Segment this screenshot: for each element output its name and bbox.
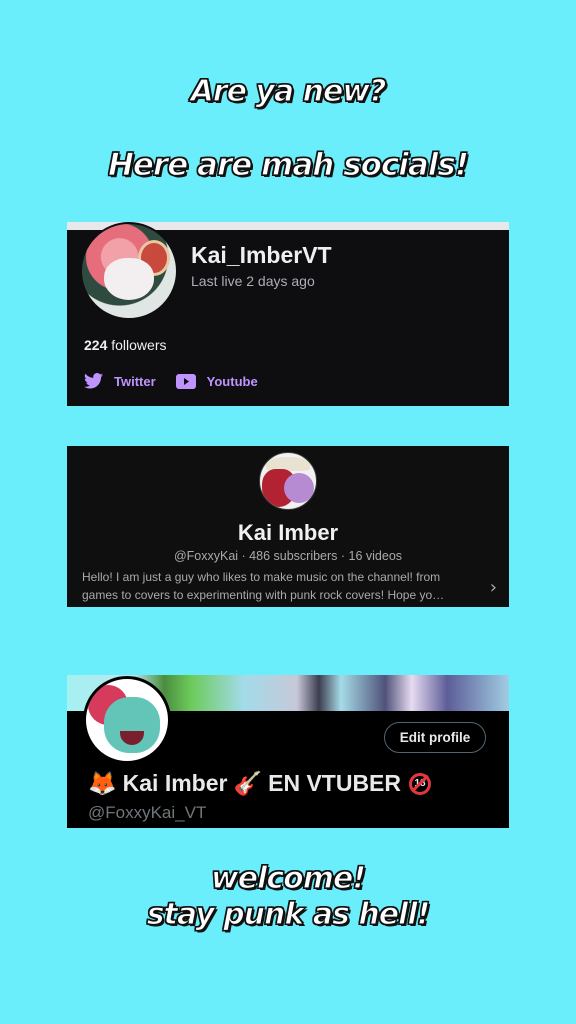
followers-count: 224 [84, 337, 108, 353]
twitch-channel-name[interactable]: Kai_ImberVT [191, 242, 332, 269]
twitch-link-youtube[interactable]: Youtube [175, 373, 258, 389]
youtube-channel-description[interactable]: Hello! I am just a guy who likes to make… [82, 568, 482, 604]
twitter-bird-icon [84, 373, 103, 389]
twitch-social-links: Twitter Youtube [84, 373, 270, 389]
youtube-channel-card[interactable]: Kai Imber @FoxxyKai · 486 subscribers · … [67, 446, 509, 607]
description-line-2: games to covers to experimenting with pu… [82, 588, 445, 602]
youtube-play-icon [175, 373, 196, 389]
youtube-avatar[interactable] [259, 452, 317, 510]
youtube-channel-name: Kai Imber [237, 520, 339, 545]
twitch-profile-card[interactable]: Kai_ImberVT Last live 2 days ago 224 fol… [67, 222, 509, 406]
youtube-link-label: Youtube [206, 373, 258, 389]
footer-stay-punk: stay punk as hell! [146, 896, 431, 932]
fox-icon: 🦊 [88, 771, 117, 797]
age-restricted-icon: 18 [409, 772, 432, 795]
twitch-avatar[interactable] [80, 222, 178, 320]
chevron-right-icon[interactable]: › [490, 577, 497, 598]
headline-socials: Here are mah socials! [107, 146, 469, 183]
twitter-link-label: Twitter [114, 373, 156, 389]
edit-profile-button[interactable]: Edit profile [384, 722, 486, 753]
twitch-followers: 224 followers [84, 337, 167, 353]
twitter-handle: @FoxxyKai_VT [88, 803, 207, 822]
display-name-text: Kai Imber [122, 770, 228, 796]
display-name-suffix: EN VTUBER [268, 770, 402, 796]
youtube-channel-meta: @FoxxyKai · 486 subscribers · 16 videos [173, 549, 403, 563]
twitch-link-twitter[interactable]: Twitter [84, 373, 156, 389]
twitter-profile-card: Edit profile 🦊 Kai Imber 🎸 EN VTUBER 18 … [67, 675, 509, 828]
footer-welcome: welcome! [210, 860, 366, 896]
twitter-display-name: 🦊 Kai Imber 🎸 EN VTUBER 18 [88, 770, 432, 797]
guitar-icon: 🎸 [233, 771, 263, 797]
description-line-1: Hello! I am just a guy who likes to make… [82, 570, 441, 584]
headline-are-ya-new: Are ya new? [190, 73, 387, 109]
followers-label: followers [107, 337, 167, 353]
twitch-last-live: Last live 2 days ago [191, 273, 315, 289]
avatar-face [104, 258, 154, 300]
twitter-avatar[interactable] [83, 676, 171, 764]
avatar-face [284, 473, 314, 503]
